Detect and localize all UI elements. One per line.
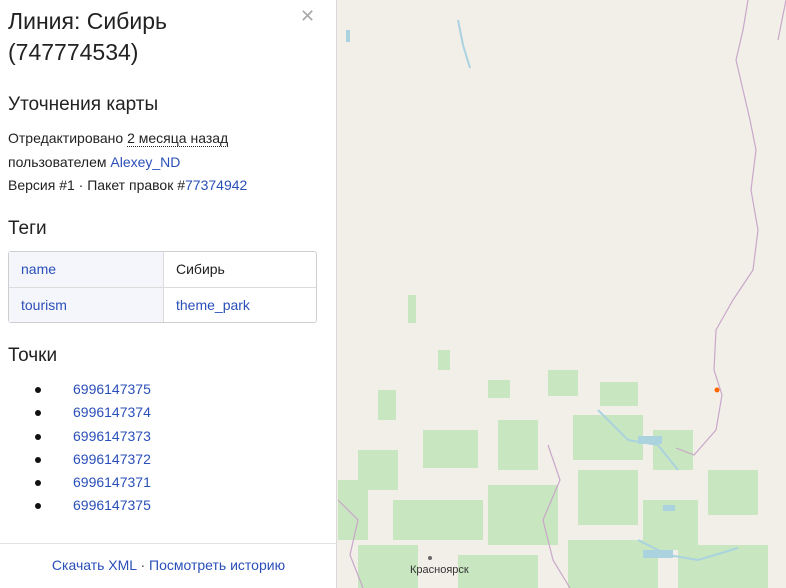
tags-heading: Теги: [8, 218, 47, 239]
edited-prefix: Отредактировано: [8, 130, 128, 146]
footer-links: Скачать XML · Посмотреть историю: [0, 557, 337, 573]
tag-value: Сибирь: [164, 252, 316, 288]
tag-key-link[interactable]: tourism: [21, 297, 67, 313]
bullet-icon: [35, 456, 41, 463]
map[interactable]: [338, 0, 786, 588]
changeset-prefix: Пакет правок #: [87, 177, 186, 193]
bullet-icon: [35, 410, 41, 417]
close-icon[interactable]: ✕: [300, 7, 315, 25]
list-item: 6996147373: [0, 425, 151, 448]
page-title: Линия: Сибирь (747774534): [8, 8, 167, 65]
city-dot: [428, 556, 432, 560]
table-row: name Сибирь: [9, 252, 316, 288]
nodes-heading: Точки: [8, 345, 58, 366]
separator: ·: [74, 177, 88, 193]
download-xml-link[interactable]: Скачать XML: [52, 557, 137, 573]
list-item: 6996147375: [0, 494, 151, 517]
node-link[interactable]: 6996147372: [73, 451, 151, 467]
changes-heading: Уточнения карты: [8, 94, 159, 115]
user-link[interactable]: Alexey_ND: [110, 154, 180, 170]
sidebar: Линия: Сибирь (747774534) ✕ Уточнения ка…: [0, 0, 337, 588]
edited-time: 2 месяца назад: [127, 130, 229, 147]
changeset-link[interactable]: 77374942: [185, 177, 247, 193]
list-item: 6996147374: [0, 401, 151, 424]
city-label: Красноярск: [410, 564, 469, 576]
node-link[interactable]: 6996147375: [73, 497, 151, 513]
bullet-icon: [35, 480, 41, 487]
node-link[interactable]: 6996147374: [73, 404, 151, 420]
nodes-list: 6996147375 6996147374 6996147373 6996147…: [0, 378, 151, 518]
list-item: 6996147375: [0, 378, 151, 401]
node-link[interactable]: 6996147373: [73, 428, 151, 444]
selected-feature-marker[interactable]: [714, 387, 720, 393]
node-link[interactable]: 6996147375: [73, 381, 151, 397]
version-label: Версия #1: [8, 177, 75, 193]
tag-key-link[interactable]: name: [21, 261, 56, 277]
bullet-icon: [35, 503, 41, 510]
tag-value-link[interactable]: theme_park: [176, 297, 250, 313]
edited-line: Отредактировано 2 месяца назад: [8, 130, 229, 147]
list-item: 6996147372: [0, 448, 151, 471]
author-prefix: пользователем: [8, 154, 111, 170]
tags-table: name Сибирь tourism theme_park: [8, 251, 317, 323]
list-item: 6996147371: [0, 471, 151, 494]
author-line: пользователем Alexey_ND: [8, 154, 180, 170]
table-row: tourism theme_park: [9, 287, 316, 322]
view-history-link[interactable]: Посмотреть историю: [149, 557, 285, 573]
version-line: Версия #1 · Пакет правок #77374942: [8, 177, 247, 193]
separator: ·: [136, 557, 150, 573]
bullet-icon: [35, 433, 41, 440]
divider: [0, 543, 337, 544]
bullet-icon: [35, 387, 41, 393]
node-link[interactable]: 6996147371: [73, 474, 151, 490]
